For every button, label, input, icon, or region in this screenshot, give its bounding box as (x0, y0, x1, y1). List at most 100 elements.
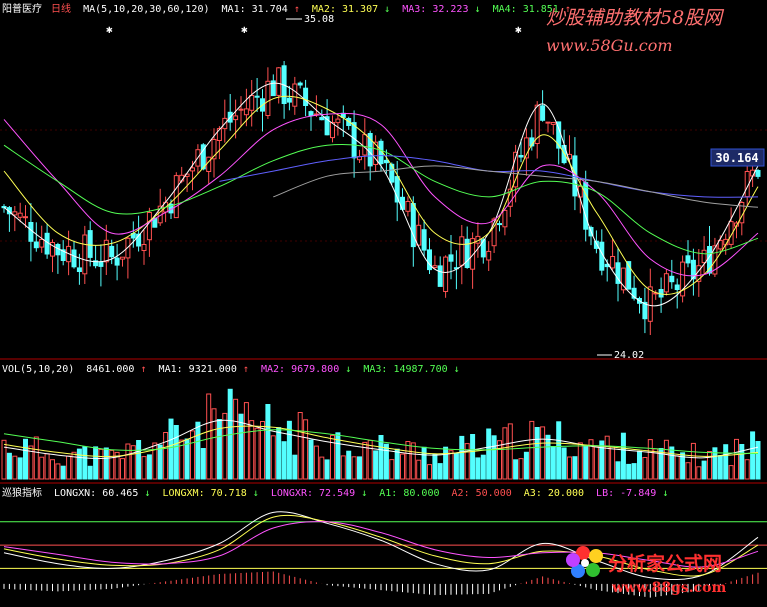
ma1-name: MA1 (222, 4, 240, 15)
volume-bar-up (243, 402, 249, 480)
candle-up (39, 239, 45, 248)
volume-bar-down (136, 440, 142, 480)
candle-up (206, 156, 212, 172)
volume-bar-down (583, 445, 589, 480)
volume-bar-down (421, 446, 427, 480)
candle-down (389, 163, 395, 183)
longxm-name: LONGXM (162, 488, 198, 499)
volume-bar-down (357, 456, 362, 480)
volume-bar-down (281, 441, 287, 480)
volume-bar-down (556, 421, 562, 480)
candle-down (583, 182, 589, 230)
candle-down (383, 159, 389, 164)
vol-ma2-arrow: ↓ (345, 364, 351, 375)
volume-bar-down (157, 444, 163, 480)
ma-legend-label: MA(5,10,20,30,60,120) (83, 4, 209, 15)
candle-down (98, 261, 104, 267)
vol-ma2-value: 9679.800 (291, 364, 339, 375)
volume-bar-down (23, 438, 28, 480)
candle-down (319, 117, 325, 121)
candle-down (448, 254, 454, 262)
ma2-value: 31.307 (342, 4, 378, 15)
vol-value: 8461.000 (86, 364, 134, 375)
ma2-arrow: ↓ (384, 4, 390, 15)
volume-bar-up (502, 427, 508, 480)
volume-bar-down (200, 448, 206, 480)
candle-up (292, 83, 298, 107)
period-label: 日线 (51, 2, 71, 15)
volume-bar-down (615, 461, 621, 480)
watermark-top-url: www.58Gu.com (546, 36, 673, 55)
volume-bar-down (723, 444, 729, 480)
volume-bar-up (163, 432, 169, 480)
candle-up (243, 108, 249, 116)
candle-down (109, 245, 115, 258)
watermark-top-title: 炒股辅助教材58股网 (546, 7, 725, 29)
volume-bar-up (141, 456, 147, 480)
candle-down (286, 97, 292, 103)
volume-bar-down (572, 456, 578, 480)
volume-bar-down (17, 457, 23, 480)
volume-bar-down (437, 463, 443, 480)
high-price-label: 35.08 (304, 14, 334, 25)
volume-bar-up (707, 451, 712, 480)
volume-bar-up (233, 398, 239, 480)
volume-bar-up (120, 458, 125, 480)
volume-bar-up (152, 442, 158, 480)
volume-bar-down (717, 455, 723, 480)
vol-ma1-arrow: ↑ (243, 364, 249, 375)
volume-bar-up (642, 457, 648, 480)
volume-bar-down (173, 425, 179, 480)
candle-up (610, 256, 616, 269)
volume-bar-up (125, 443, 131, 480)
volume-bar-down (76, 448, 82, 480)
volume-bar-down (626, 463, 632, 480)
volume-bar-down (324, 459, 330, 480)
volume-bar-up (297, 412, 303, 480)
longxr-name: LONGXR (271, 488, 308, 499)
volume-bar-down (739, 444, 745, 480)
svg-text:阳普医疗 日线 MA(5,10,20: 阳普医疗 日线 MA(5,10,20,30,60,120) MA1: 31.70… (2, 2, 571, 15)
vol-value-arrow: ↑ (140, 364, 146, 375)
candle-up (550, 122, 556, 125)
volume-bar-up (211, 408, 217, 480)
volume-bar-down (265, 404, 271, 480)
candle-up (103, 239, 109, 263)
candle-up (233, 115, 239, 121)
longxm-arrow: ↓ (253, 488, 259, 499)
volume-bar-up (448, 450, 454, 480)
volume-bar-down (631, 463, 637, 480)
volume-bar-down (292, 454, 298, 480)
volume-bar-up (400, 453, 405, 480)
kline-chart[interactable]: 阳普医疗 日线 MA(5,10,20,30,60,120) MA1: 31.70… (0, 0, 767, 603)
volume-bar-up (464, 443, 470, 480)
volume-bar-up (728, 465, 734, 480)
candle-down (28, 222, 34, 242)
vol-legend-label: VOL(5,10,20) (2, 364, 74, 375)
volume-bar-up (604, 435, 610, 480)
candle-up (432, 265, 438, 269)
volume-bar-down (550, 446, 556, 480)
vol-ma3-name: MA3 (363, 364, 381, 375)
candle-down (303, 87, 309, 106)
candle-up (416, 224, 422, 246)
star-marker: ✱ (106, 23, 113, 36)
vol-ma3-arrow: ↓ (454, 364, 460, 375)
volume-bar-down (87, 465, 93, 480)
vol-ma1-value: 9321.000 (189, 364, 237, 375)
candle-down (297, 82, 303, 86)
candle-down (410, 203, 416, 248)
volume-bar-up (744, 459, 750, 480)
candle-down (427, 249, 432, 271)
volume-bar-down (146, 454, 152, 480)
candle-down (518, 155, 524, 158)
lb-value: -7.849 (620, 488, 656, 499)
volume-bar-up (690, 442, 696, 480)
volume-bar-down (184, 438, 190, 480)
longxm-value: 70.718 (211, 488, 247, 499)
candle-up (17, 212, 23, 218)
candle-down (308, 111, 314, 116)
volume-bar-up (50, 459, 55, 480)
volume-bar-up (249, 420, 255, 480)
volume-bar-down (470, 434, 476, 480)
